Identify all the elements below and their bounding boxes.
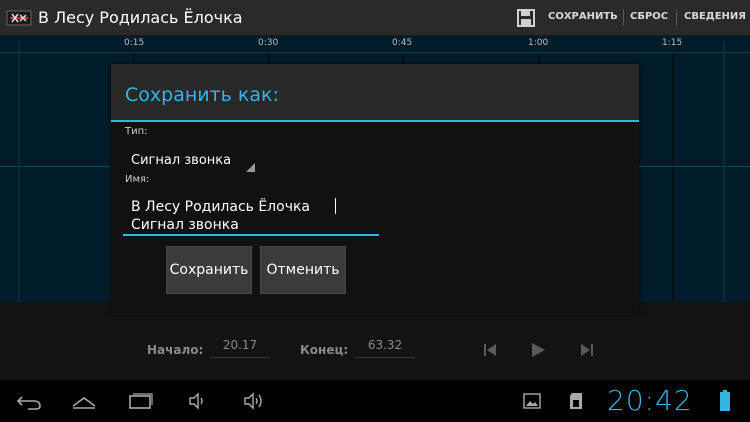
type-label: Тип: (125, 126, 148, 137)
sd-card-icon[interactable] (568, 391, 584, 411)
start-time-field[interactable]: 20.17 (210, 338, 270, 358)
action-bar: В Лесу Родилась Ёлочка СОХРАНИТЬ СБРОС С… (0, 0, 750, 36)
save-as-dialog: Сохранить как: Тип: Сигнал звонка Имя: В… (111, 64, 639, 315)
play-icon[interactable] (528, 340, 548, 360)
timeline-ruler-line (0, 52, 750, 53)
dialog-body: Тип: Сигнал звонка Имя: В Лесу Родилась … (111, 122, 639, 315)
type-spinner[interactable]: Сигнал звонка (131, 150, 255, 172)
volume-up-icon[interactable] (242, 391, 264, 411)
screenshot-icon[interactable] (522, 391, 542, 411)
skip-back-icon[interactable] (480, 340, 500, 360)
type-spinner-value: Сигнал звонка (131, 153, 232, 168)
save-button[interactable]: СОХРАНИТЬ (548, 11, 618, 22)
end-marker-icon[interactable] (715, 41, 733, 302)
info-button[interactable]: СВЕДЕНИЯ (684, 11, 746, 22)
back-icon[interactable] (16, 391, 42, 411)
timeline-tick: 0:30 (258, 38, 279, 48)
action-divider (676, 9, 677, 26)
volume-down-icon[interactable] (187, 391, 209, 411)
timeline-tick: 1:00 (528, 38, 549, 48)
save-dialog-button[interactable]: Сохранить (166, 246, 252, 294)
end-label: Конец: (300, 343, 349, 357)
timeline-tick: 1:15 (662, 38, 683, 48)
page-title: В Лесу Родилась Ёлочка (38, 8, 243, 27)
text-caret (335, 198, 336, 214)
name-input[interactable]: В Лесу Родилась Ёлочка Сигнал звонка (123, 194, 379, 236)
timeline-tick: 0:15 (124, 38, 145, 48)
cancel-dialog-button[interactable]: Отменить (260, 246, 346, 294)
dropdown-arrow-icon (246, 163, 255, 172)
reset-button[interactable]: СБРОС (630, 11, 668, 22)
start-marker-icon[interactable] (10, 41, 28, 302)
name-label: Имя: (125, 174, 150, 185)
action-divider (623, 9, 624, 26)
home-icon[interactable] (71, 391, 97, 411)
recent-apps-icon[interactable] (128, 391, 154, 411)
system-nav-bar: 20:42 (0, 380, 750, 422)
status-clock: 20:42 (607, 384, 693, 417)
skip-forward-icon[interactable] (577, 340, 597, 360)
grid-line (672, 54, 674, 302)
save-disk-icon[interactable] (516, 8, 536, 28)
app-scissors-icon[interactable] (6, 9, 32, 27)
timeline-tick: 0:45 (392, 38, 413, 48)
start-label: Начало: (147, 343, 204, 357)
end-time-field[interactable]: 63.32 (355, 338, 415, 358)
dialog-title: Сохранить как: (125, 84, 279, 106)
battery-icon (720, 390, 730, 411)
